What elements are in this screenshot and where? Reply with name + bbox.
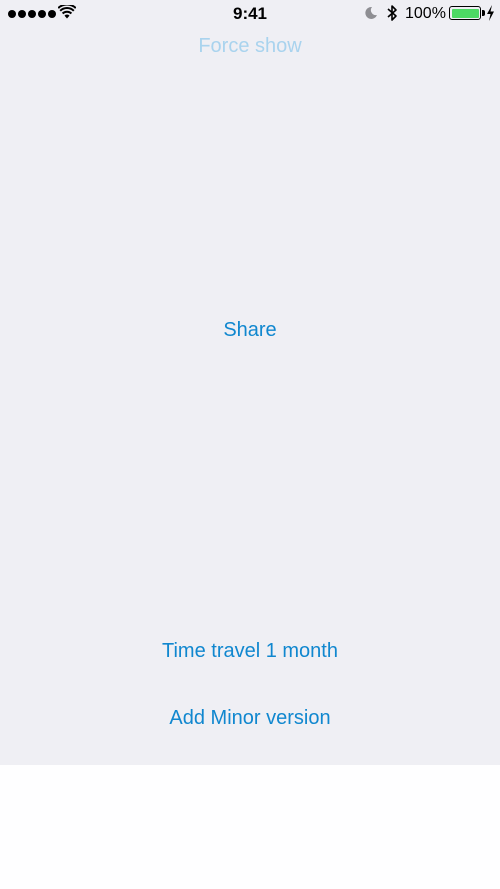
battery-nub [482, 10, 485, 16]
status-bar: 9:41 100% [0, 0, 500, 28]
battery-icon [449, 6, 485, 20]
share-button[interactable]: Share [0, 319, 500, 342]
battery-fill [451, 8, 479, 18]
time-travel-button[interactable]: Time travel 1 month [0, 640, 500, 663]
charging-bolt-icon [487, 5, 494, 21]
force-show-button[interactable]: Force show [0, 35, 500, 58]
bottom-area [0, 765, 500, 889]
add-minor-version-button[interactable]: Add Minor version [0, 707, 500, 730]
bluetooth-icon [387, 5, 397, 21]
screen: 9:41 100% Force show Share Time travel 1… [0, 0, 500, 889]
do-not-disturb-icon [365, 6, 377, 19]
battery-percent: 100% [405, 5, 446, 22]
